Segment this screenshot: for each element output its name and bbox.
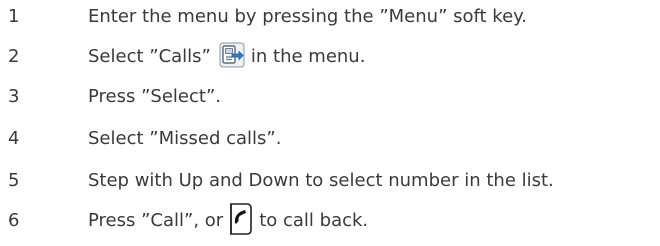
step-4: 4 Select ”Missed calls”. bbox=[0, 122, 660, 156]
step-text-after: in the menu. bbox=[250, 46, 366, 67]
step-number: 1 bbox=[8, 6, 20, 27]
step-2: 2 Select ”Calls” in the menu. bbox=[0, 40, 660, 74]
step-text: Press ”Select”. bbox=[88, 86, 221, 107]
step-number: 5 bbox=[8, 170, 20, 191]
step-1: 1 Enter the menu by pressing the ”Menu” … bbox=[0, 0, 660, 34]
step-6: 6 Press ”Call”, or to call back. bbox=[0, 203, 660, 238]
step-text: Select ”Calls” in the menu. bbox=[88, 40, 365, 74]
step-number: 3 bbox=[8, 86, 20, 107]
calls-icon bbox=[219, 42, 245, 68]
instruction-steps: 1 Enter the menu by pressing the ”Menu” … bbox=[0, 0, 660, 246]
step-3: 3 Press ”Select”. bbox=[0, 80, 660, 114]
step-text-before: Press ”Call”, or bbox=[88, 210, 224, 231]
step-text-after: to call back. bbox=[259, 210, 369, 231]
step-text: Press ”Call”, or to call back. bbox=[88, 203, 369, 238]
step-number: 2 bbox=[8, 46, 20, 67]
step-5: 5 Step with Up and Down to select number… bbox=[0, 164, 660, 198]
step-text: Step with Up and Down to select number i… bbox=[88, 170, 554, 191]
step-number: 4 bbox=[8, 128, 20, 149]
step-text: Select ”Missed calls”. bbox=[88, 128, 282, 149]
step-text: Enter the menu by pressing the ”Menu” so… bbox=[88, 6, 527, 27]
step-number: 6 bbox=[8, 210, 20, 231]
off-hook-key-icon bbox=[230, 203, 253, 235]
step-text-before: Select ”Calls” bbox=[88, 46, 211, 67]
